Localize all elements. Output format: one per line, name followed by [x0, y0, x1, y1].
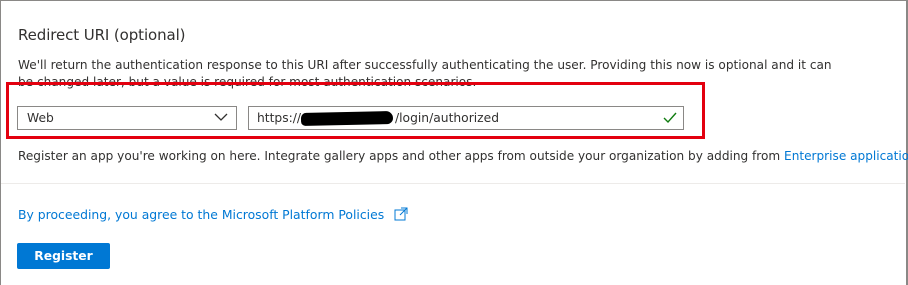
register-help-text: Register an app you're working on here. … — [18, 149, 908, 163]
section-title: Redirect URI (optional) — [18, 26, 186, 44]
enterprise-applications-link[interactable]: Enterprise applications — [784, 149, 908, 163]
policy-link[interactable]: By proceeding, you agree to the Microsof… — [18, 207, 408, 222]
register-button[interactable]: Register — [17, 243, 110, 269]
section-divider — [1, 183, 905, 184]
help-text: Register an app you're working on here. … — [18, 149, 785, 163]
frame-left-border — [0, 0, 1, 285]
frame-top-border — [0, 0, 908, 1]
policy-link-text: By proceeding, you agree to the Microsof… — [18, 207, 385, 222]
external-link-icon — [394, 207, 408, 221]
red-highlight-annotation — [6, 82, 705, 139]
